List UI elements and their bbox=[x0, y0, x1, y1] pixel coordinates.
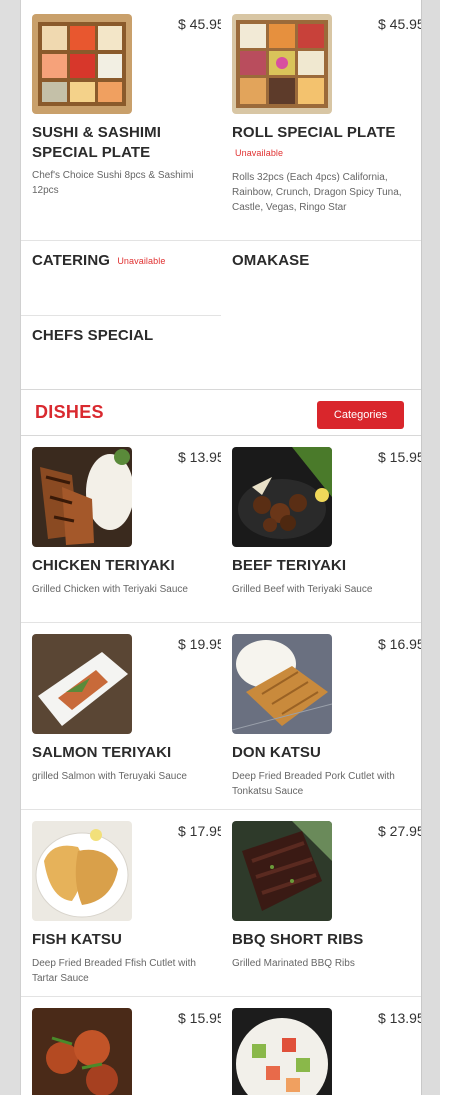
fish-katsu-photo bbox=[32, 821, 132, 921]
price: $ 45.95 bbox=[178, 16, 221, 32]
item-name: ROLL SPECIAL PLATE Unavailable bbox=[232, 123, 417, 163]
item-description: Rolls 32pcs (Each 4pcs) California, Rain… bbox=[232, 172, 402, 213]
dish-description: Deep Fried Breaded Pork Cutlet with Tonk… bbox=[232, 771, 395, 797]
price: $ 17.95 bbox=[178, 823, 221, 839]
sushi-sashimi-photo bbox=[32, 14, 132, 114]
category-name: CATERING Unavailable bbox=[32, 251, 217, 271]
price: $ 15.95 bbox=[378, 449, 421, 465]
category-catering[interactable]: CATERING Unavailable bbox=[21, 241, 221, 315]
dish-don-katsu[interactable]: $ 16.95 DON KATSU Deep Fried Breaded Por… bbox=[221, 623, 421, 809]
dish-name: DON KATSU bbox=[232, 744, 321, 761]
menu-page: $ 45.95 SUSHI & SASHIMI SPECIAL PLATE Ch… bbox=[20, 0, 422, 1095]
roll-special-photo bbox=[232, 14, 332, 114]
category-name: OMAKASE bbox=[232, 252, 310, 269]
unavailable-badge: Unavailable bbox=[235, 148, 284, 159]
dish-name: BEEF TERIYAKI bbox=[232, 557, 347, 574]
menu-item-roll-special[interactable]: $ 45.95 ROLL SPECIAL PLATE Unavailable R… bbox=[221, 0, 421, 240]
category-omakase[interactable]: OMAKASE bbox=[221, 241, 421, 315]
categories-button[interactable]: Categories bbox=[317, 401, 404, 429]
dish-photo bbox=[32, 1008, 132, 1095]
menu-item-sushi-sashimi[interactable]: $ 45.95 SUSHI & SASHIMI SPECIAL PLATE Ch… bbox=[21, 0, 221, 240]
salmon-teriyaki-photo bbox=[32, 634, 132, 734]
item-name: SUSHI & SASHIMI SPECIAL PLATE bbox=[32, 124, 162, 161]
category-name-text: CATERING bbox=[32, 252, 111, 269]
beef-teriyaki-photo bbox=[232, 447, 332, 547]
don-katsu-photo bbox=[232, 634, 332, 734]
dish-description: Grilled Marinated BBQ Ribs bbox=[232, 958, 355, 969]
window-edge bbox=[422, 0, 440, 1095]
price: $ 13.95 bbox=[178, 449, 221, 465]
price: $ 27.95 bbox=[378, 823, 421, 839]
price: $ 15.95 bbox=[178, 1010, 221, 1026]
dish-fish-katsu[interactable]: $ 17.95 FISH KATSU Deep Fried Breaded Ff… bbox=[21, 810, 221, 996]
dish-beef-teriyaki[interactable]: $ 15.95 BEEF TERIYAKI Grilled Beef with … bbox=[221, 436, 421, 622]
dish-chicken-teriyaki[interactable]: $ 13.95 CHICKEN TERIYAKI Grilled Chicken… bbox=[21, 436, 221, 622]
dish-item[interactable]: $ 15.95 bbox=[21, 997, 221, 1095]
dish-description: grilled Salmon with Teruyaki Sauce bbox=[32, 771, 187, 782]
window-margin bbox=[440, 0, 450, 1095]
chicken-teriyaki-photo bbox=[32, 447, 132, 547]
unavailable-badge: Unavailable bbox=[117, 256, 166, 267]
dish-name: SALMON TERIYAKI bbox=[32, 744, 172, 761]
dish-bbq-short-ribs[interactable]: $ 27.95 BBQ SHORT RIBS Grilled Marinated… bbox=[221, 810, 421, 996]
category-name: CHEFS SPECIAL bbox=[32, 327, 154, 344]
item-description: Chef's Choice Sushi 8pcs & Sashimi 12pcs bbox=[32, 170, 194, 196]
dish-photo bbox=[232, 1008, 332, 1095]
dish-name: FISH KATSU bbox=[32, 931, 122, 948]
price: $ 16.95 bbox=[378, 636, 421, 652]
dish-description: Grilled Chicken with Teriyaki Sauce bbox=[32, 584, 188, 595]
section-title: DISHES bbox=[35, 402, 104, 422]
price: $ 19.95 bbox=[178, 636, 221, 652]
dish-item[interactable]: $ 13.95 bbox=[221, 997, 421, 1095]
category-chefs-special[interactable]: CHEFS SPECIAL bbox=[21, 316, 221, 388]
price: $ 13.95 bbox=[378, 1010, 421, 1026]
price: $ 45.95 bbox=[378, 16, 421, 32]
dish-description: Grilled Beef with Teriyaki Sauce bbox=[232, 584, 373, 595]
bbq-short-ribs-photo bbox=[232, 821, 332, 921]
dish-salmon-teriyaki[interactable]: $ 19.95 SALMON TERIYAKI grilled Salmon w… bbox=[21, 623, 221, 809]
item-name-text: ROLL SPECIAL PLATE bbox=[232, 124, 396, 141]
dishes-section-header: DISHES Categories bbox=[21, 389, 421, 436]
dish-name: BBQ SHORT RIBS bbox=[232, 931, 364, 948]
dish-name: CHICKEN TERIYAKI bbox=[32, 557, 175, 574]
dish-description: Deep Fried Breaded Ffish Cutlet with Tar… bbox=[32, 958, 196, 984]
